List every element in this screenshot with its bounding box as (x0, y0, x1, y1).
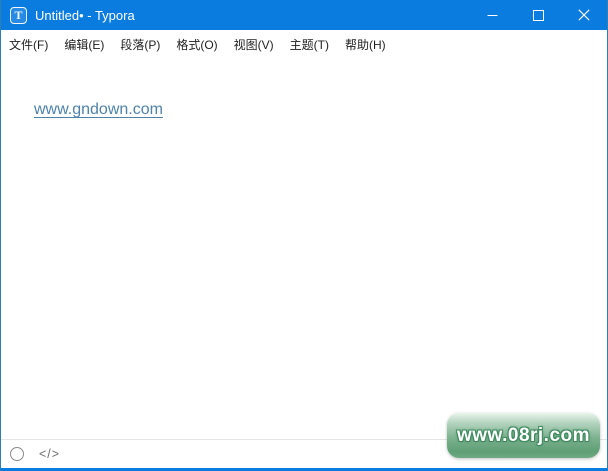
circle-outline-icon[interactable] (10, 447, 24, 461)
typora-app-icon: T (10, 6, 27, 24)
close-icon (578, 9, 590, 21)
typora-window: T Untitled• - Typora 文件(F) 编辑(E) 段落(P) 格… (0, 0, 608, 471)
menu-item-file[interactable]: 文件(F) (1, 31, 56, 58)
menu-item-theme[interactable]: 主题(T) (282, 31, 337, 58)
menu-item-format[interactable]: 格式(O) (168, 31, 225, 58)
maximize-button[interactable] (515, 0, 561, 30)
window-title: Untitled• - Typora (35, 7, 135, 23)
menu-bar: 文件(F) 编辑(E) 段落(P) 格式(O) 视图(V) 主题(T) 帮助(H… (1, 30, 607, 58)
close-button[interactable] (561, 0, 607, 30)
maximize-icon (532, 9, 544, 21)
editor-area[interactable]: www.gndown.com (1, 58, 607, 439)
titlebar: T Untitled• - Typora (1, 0, 607, 30)
minimize-icon (487, 10, 498, 21)
document-hyperlink[interactable]: www.gndown.com (34, 101, 163, 118)
menu-item-edit[interactable]: 编辑(E) (56, 31, 112, 58)
watermark-text: www.08rj.com (456, 424, 591, 446)
menu-item-help[interactable]: 帮助(H) (337, 31, 394, 58)
source-code-icon[interactable]: </> (39, 447, 60, 461)
menu-item-paragraph[interactable]: 段落(P) (112, 31, 168, 58)
minimize-button[interactable] (469, 0, 515, 30)
watermark-badge: www.08rj.com (447, 413, 600, 458)
menu-item-view[interactable]: 视图(V) (226, 31, 282, 58)
